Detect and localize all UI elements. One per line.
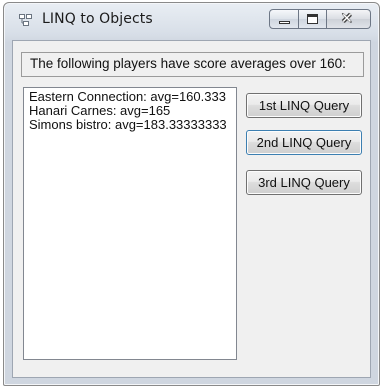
second-linq-query-button[interactable]: 2nd LINQ Query xyxy=(246,130,362,155)
minimize-button[interactable] xyxy=(269,9,299,29)
header-label: The following players have score average… xyxy=(21,52,364,77)
maximize-icon xyxy=(307,14,318,24)
main-window: LINQ to Objects ✕ The following players … xyxy=(3,2,380,386)
title-bar[interactable]: LINQ to Objects ✕ xyxy=(4,3,379,37)
close-button[interactable]: ✕ xyxy=(327,9,371,29)
caption-buttons: ✕ xyxy=(269,9,371,29)
list-item[interactable]: Hanari Carnes: avg=165 xyxy=(29,104,236,118)
list-item[interactable]: Simons bistro: avg=183.33333333 xyxy=(29,118,236,132)
list-item[interactable]: Eastern Connection: avg=160.333 xyxy=(29,90,236,104)
app-icon[interactable] xyxy=(19,14,33,27)
first-linq-query-button[interactable]: 1st LINQ Query xyxy=(246,93,362,118)
form-client-area: The following players have score average… xyxy=(12,40,371,378)
window-title: LINQ to Objects xyxy=(42,11,153,27)
close-icon: ✕ xyxy=(341,11,353,27)
third-linq-query-button[interactable]: 3rd LINQ Query xyxy=(246,170,362,195)
minimize-icon xyxy=(279,21,290,24)
maximize-button[interactable] xyxy=(299,9,327,29)
results-listbox[interactable]: Eastern Connection: avg=160.333 Hanari C… xyxy=(23,87,237,360)
